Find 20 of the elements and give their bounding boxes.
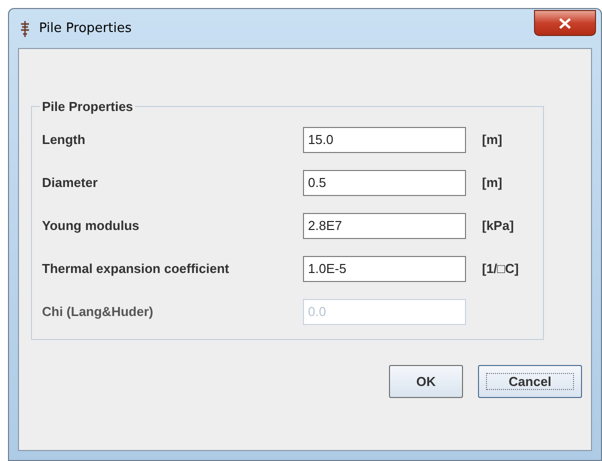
input-field[interactable]: 15.0 [303,126,466,152]
unit-label: [m] [482,175,502,190]
input-field[interactable]: 0.5 [303,170,466,196]
window-title: Pile Properties [39,21,132,36]
group-title: Pile Properties [41,99,134,114]
field-label: Young modulus [42,218,140,233]
close-button[interactable] [534,10,596,36]
unit-label: [1/□C] [482,261,519,276]
unit-label: [kPa] [482,218,514,233]
field-label: Diameter [42,175,99,190]
field-label: Thermal expansion coefficient [42,261,230,276]
input-field[interactable]: 2.8E7 [303,212,466,238]
field-label: Chi (Lang&Huder) [42,304,154,319]
close-icon [559,18,571,28]
input-field[interactable]: 1.0E-5 [303,256,466,282]
ok-button[interactable]: OK [389,365,463,398]
pile-icon [19,20,31,38]
cancel-button[interactable]: Cancel [478,365,582,398]
field-label: Length [42,132,86,147]
unit-label: [m] [482,132,502,147]
